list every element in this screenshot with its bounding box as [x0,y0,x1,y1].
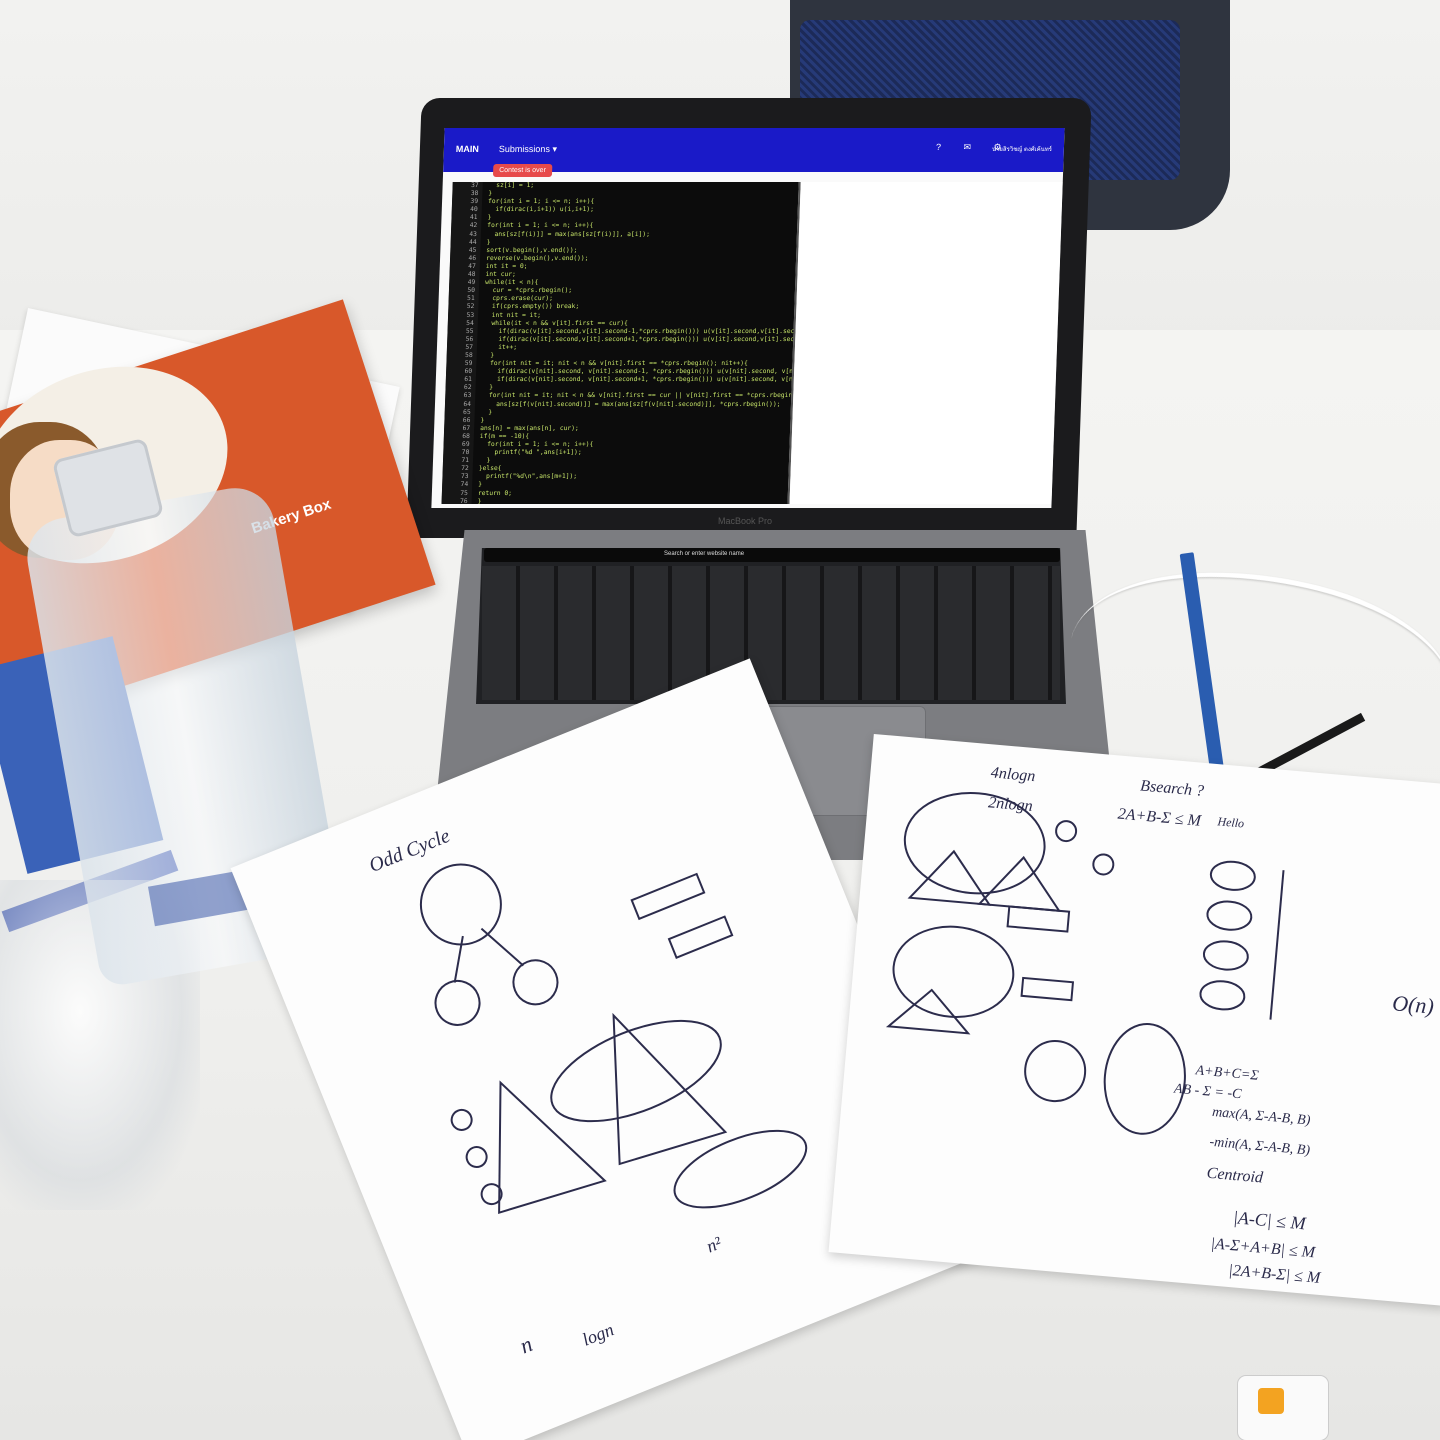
nav-brand-main[interactable]: MAIN [456,144,479,154]
touchbar-search-text: Search or enter website name [664,551,745,557]
source-code: sz[i] = 1; } for(int i = 1; i <= n; i++)… [477,182,799,504]
right-blank-pane [789,182,1063,504]
code-editor[interactable]: 37 38 39 40 41 42 43 44 45 46 47 48 49 5… [441,182,799,504]
nav-submissions-menu[interactable]: Submissions ▾ [499,144,557,155]
line-numbers: 37 38 39 40 41 42 43 44 45 46 47 48 49 5… [459,182,479,504]
contest-over-button[interactable]: Contest is over [492,164,553,177]
note-2nlogn: 2nlogn [987,794,1034,816]
keyboard-keys [482,566,1060,700]
sketch-paper-right: 4nlogn 2nlogn Bsearch ? 2A+B-Σ ≤ M Hello… [828,733,1440,1307]
power-outlet-socket [1258,1388,1284,1414]
note-complexity: O(n) [1391,990,1435,1019]
note-hello: Hello [1216,814,1245,831]
macbook-model-label: MacBook Pro [718,516,773,526]
photo-scene: MAIN Submissions ▾ ? ✉ ⚙ นายสิรวิชญ์ ตงศ… [0,0,1440,1440]
note-4nlogn: 4nlogn [990,764,1036,786]
touch-bar: Search or enter website name [484,548,1060,562]
laptop-screen: MAIN Submissions ▾ ? ✉ ⚙ นายสิรวิชญ์ ตงศ… [431,128,1065,508]
line-number-gutter: 37 38 39 40 41 42 43 44 45 46 47 48 49 5… [441,182,483,504]
nav-user-name[interactable]: นายสิรวิชญ์ ตงศ์เค้นทร์ [992,144,1052,154]
